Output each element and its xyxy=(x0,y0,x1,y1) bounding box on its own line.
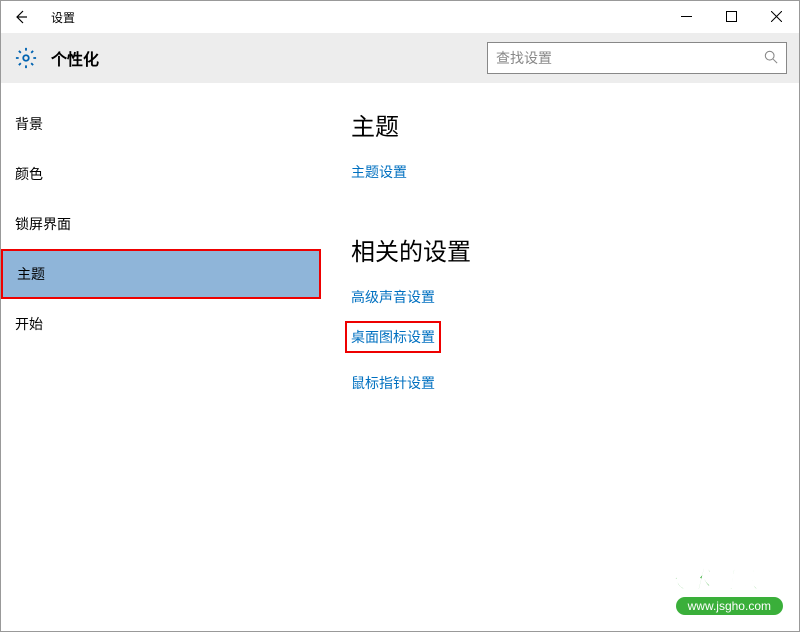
sidebar-item-background[interactable]: 背景 xyxy=(1,99,321,149)
section-heading-related: 相关的设置 xyxy=(351,232,799,267)
link-theme-settings[interactable]: 主题设置 xyxy=(351,162,407,182)
sidebar-item-theme[interactable]: 主题 xyxy=(1,249,321,299)
search-icon xyxy=(764,50,778,67)
watermark: 技术员联盟 www.jsgho.com xyxy=(663,560,783,615)
header-section: 个性化 xyxy=(1,33,799,83)
gear-icon xyxy=(15,47,37,69)
link-mouse-pointer-settings[interactable]: 鼠标指针设置 xyxy=(351,373,435,393)
sidebar-item-label: 颜色 xyxy=(15,164,43,184)
link-advanced-sound[interactable]: 高级声音设置 xyxy=(351,287,435,307)
search-box[interactable] xyxy=(487,42,787,74)
main-panel: 主题 主题设置 相关的设置 高级声音设置 桌面图标设置 鼠标指针设置 xyxy=(321,83,799,631)
back-button[interactable] xyxy=(1,1,41,33)
sidebar-item-label: 背景 xyxy=(15,114,43,134)
watermark-url: www.jsgho.com xyxy=(676,597,783,615)
sidebar-item-label: 开始 xyxy=(15,314,43,334)
back-arrow-icon xyxy=(13,9,29,25)
page-title: 个性化 xyxy=(51,46,99,70)
link-desktop-icon-settings[interactable]: 桌面图标设置 xyxy=(345,321,441,353)
sidebar-item-label: 主题 xyxy=(17,264,45,284)
search-input[interactable] xyxy=(496,50,764,66)
sidebar-item-start[interactable]: 开始 xyxy=(1,299,321,349)
sidebar-item-lockscreen[interactable]: 锁屏界面 xyxy=(1,199,321,249)
watermark-title: 技术员联盟 xyxy=(663,560,783,595)
minimize-button[interactable] xyxy=(664,1,709,31)
header-left: 个性化 xyxy=(15,46,99,70)
window-title: 设置 xyxy=(51,9,75,26)
maximize-icon xyxy=(726,11,737,22)
section-heading-theme: 主题 xyxy=(351,107,799,142)
maximize-button[interactable] xyxy=(709,1,754,31)
sidebar: 背景 颜色 锁屏界面 主题 开始 xyxy=(1,83,321,631)
close-icon xyxy=(771,11,782,22)
content-area: 背景 颜色 锁屏界面 主题 开始 主题 主题设置 相关的设置 高级声音设置 桌面… xyxy=(1,83,799,631)
window-controls xyxy=(664,1,799,31)
title-bar: 设置 xyxy=(1,1,799,33)
sidebar-item-color[interactable]: 颜色 xyxy=(1,149,321,199)
close-button[interactable] xyxy=(754,1,799,31)
minimize-icon xyxy=(681,11,692,22)
sidebar-item-label: 锁屏界面 xyxy=(15,214,71,234)
